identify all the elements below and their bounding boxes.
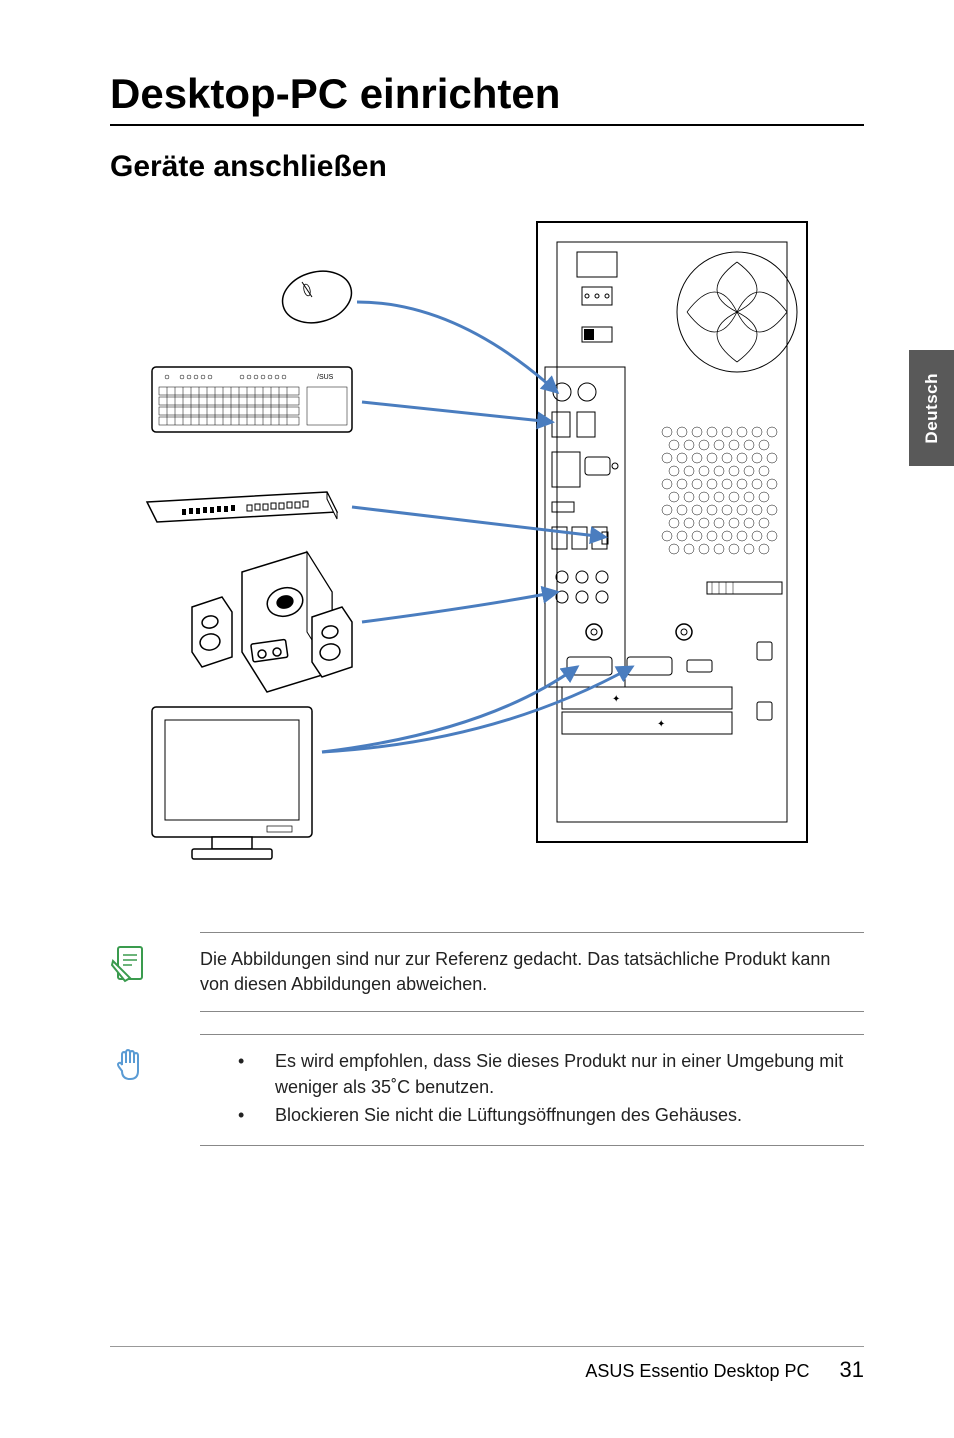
note-icon (110, 943, 150, 983)
connection-diagram: ✦ ✦ /SUS (110, 212, 864, 892)
caution-note: Es wird empfohlen, dass Sie dieses Produ… (200, 1034, 864, 1146)
reference-note-text: Die Abbildungen sind nur zur Referenz ge… (200, 947, 864, 997)
caution-list: Es wird empfohlen, dass Sie dieses Produ… (200, 1049, 864, 1131)
page-number: 31 (840, 1357, 864, 1383)
svg-text:✦: ✦ (657, 719, 665, 730)
language-tab-text: Deutsch (922, 373, 942, 444)
caution-item: Es wird empfohlen, dass Sie dieses Produ… (230, 1049, 864, 1099)
language-tab: Deutsch (909, 350, 954, 466)
page-title: Desktop-PC einrichten (110, 70, 864, 126)
diagram-svg: ✦ ✦ /SUS (110, 212, 864, 892)
hand-icon (110, 1045, 150, 1085)
caution-item: Blockieren Sie nicht die Lüftungsöffnung… (230, 1103, 864, 1128)
page-footer: ASUS Essentio Desktop PC 31 (110, 1346, 864, 1383)
svg-text:/SUS: /SUS (317, 374, 334, 381)
svg-text:✦: ✦ (612, 694, 620, 705)
footer-product-name: ASUS Essentio Desktop PC (585, 1361, 809, 1382)
reference-note: Die Abbildungen sind nur zur Referenz ge… (200, 932, 864, 1012)
section-heading: Geräte anschließen (110, 150, 864, 184)
